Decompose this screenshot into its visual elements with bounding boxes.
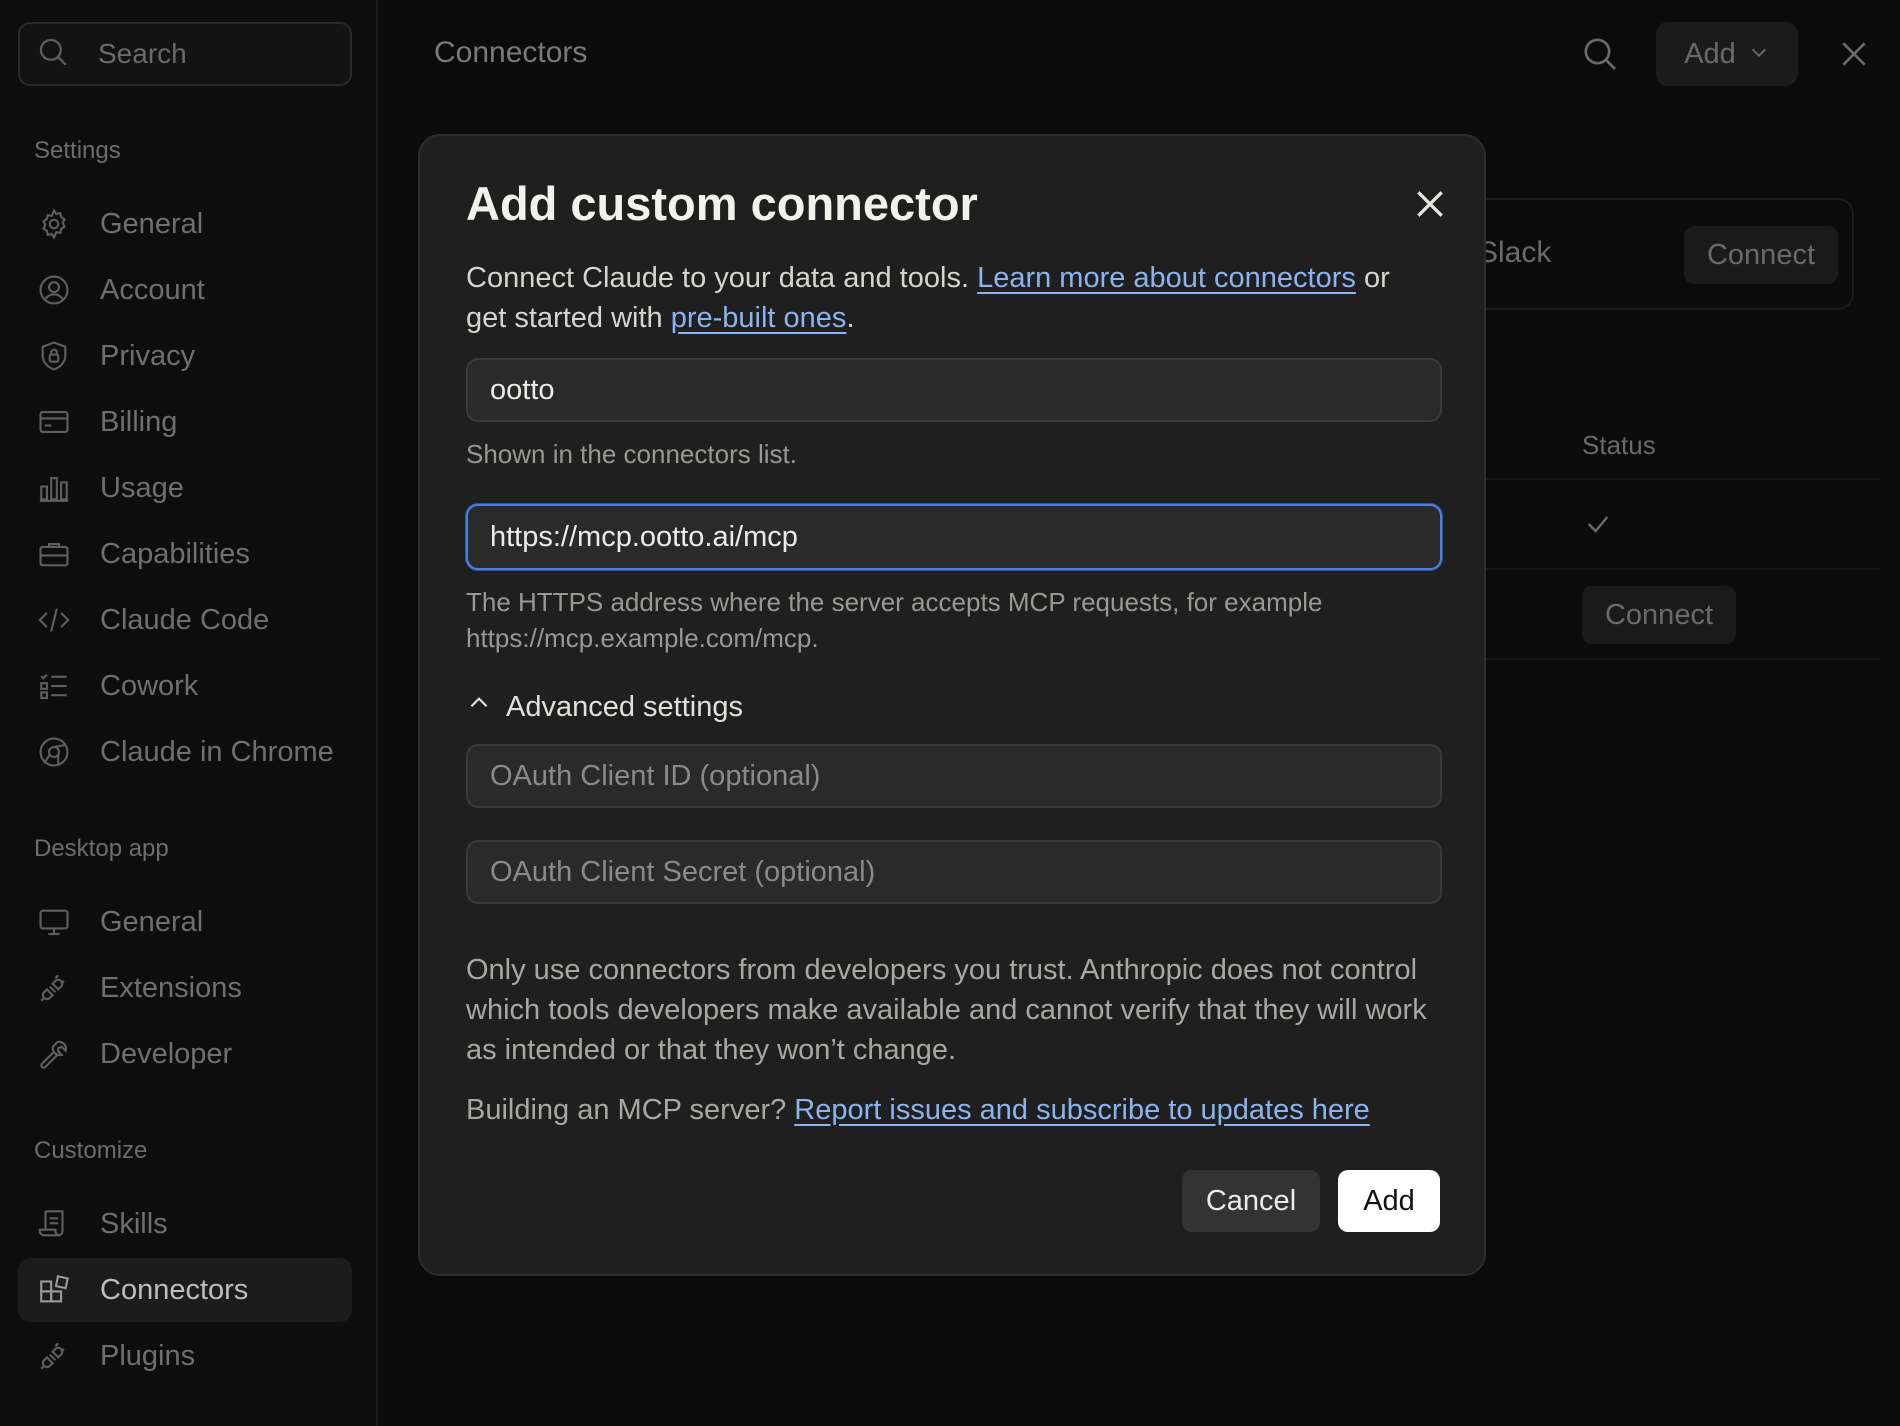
sidebar-item-account[interactable]: Account (18, 258, 352, 322)
add-dropdown-button[interactable]: Add (1656, 22, 1798, 86)
sidebar-item-extensions[interactable]: Extensions (18, 956, 352, 1020)
sidebar-item-label: Billing (100, 405, 178, 438)
add-button-label: Add (1684, 37, 1736, 70)
sidebar-item-desktop-general[interactable]: General (18, 890, 352, 954)
sidebar: Search Settings General Account Privacy … (0, 0, 378, 1426)
sidebar-item-label: Skills (100, 1207, 168, 1240)
sidebar-item-label: Connectors (100, 1273, 249, 1306)
server-url-input[interactable]: https://mcp.ootto.ai/mcp (466, 504, 1442, 570)
status-column-header: Status (1582, 430, 1656, 460)
sidebar-item-usage[interactable]: Usage (18, 456, 352, 520)
close-icon[interactable] (1838, 38, 1870, 70)
section-label-desktop: Desktop app (34, 835, 169, 862)
trust-warning: Only use connectors from developers you … (466, 954, 1427, 1066)
sidebar-item-label: Developer (100, 1037, 233, 1070)
oauth-client-id-input[interactable]: OAuth Client ID (optional) (466, 744, 1442, 808)
blocks-icon (36, 1272, 72, 1308)
connector-name-input[interactable]: ootto (466, 358, 1442, 422)
chevron-up-icon (466, 690, 506, 724)
table-divider (1470, 478, 1880, 480)
oauth-client-secret-input[interactable]: OAuth Client Secret (optional) (466, 840, 1442, 904)
credit-card-icon (36, 404, 72, 440)
plug-icon (36, 1338, 72, 1374)
search-placeholder: Search (98, 38, 187, 69)
code-icon (36, 602, 72, 638)
search-icon (36, 35, 70, 74)
cancel-button[interactable]: Cancel (1182, 1170, 1320, 1232)
advanced-settings-toggle[interactable]: Advanced settings (466, 690, 743, 724)
sidebar-item-label: Plugins (100, 1339, 196, 1372)
sidebar-item-claude-in-chrome[interactable]: Claude in Chrome (18, 720, 352, 784)
sidebar-item-label: Extensions (100, 971, 242, 1004)
sidebar-item-general[interactable]: General (18, 192, 352, 256)
app-window: Search Settings General Account Privacy … (0, 0, 1900, 1426)
search-icon[interactable] (1580, 34, 1620, 74)
sidebar-item-developer[interactable]: Developer (18, 1022, 352, 1086)
pre-built-link[interactable]: pre-built ones (671, 302, 847, 334)
monitor-icon (36, 904, 72, 940)
sidebar-item-skills[interactable]: Skills (18, 1192, 352, 1256)
shield-lock-icon (36, 338, 72, 374)
note-text: Building an MCP server? (466, 1094, 795, 1126)
sidebar-item-claude-code[interactable]: Claude Code (18, 588, 352, 652)
checklist-icon (36, 668, 72, 704)
learn-more-link[interactable]: Learn more about connectors (977, 262, 1356, 294)
sidebar-item-label: Cowork (100, 669, 199, 702)
sidebar-item-label: Usage (100, 471, 184, 504)
chevron-down-icon (1736, 38, 1770, 71)
add-button[interactable]: Add (1338, 1170, 1440, 1232)
sidebar-item-billing[interactable]: Billing (18, 390, 352, 454)
section-label-settings: Settings (34, 137, 121, 164)
globe-icon (36, 734, 72, 770)
sidebar-item-privacy[interactable]: Privacy (18, 324, 352, 388)
slack-label: Slack (1478, 236, 1552, 269)
description-text: . (846, 302, 855, 334)
description-text: Connect Claude to your data and tools. (466, 262, 978, 294)
sidebar-item-connectors[interactable]: Connectors (18, 1258, 352, 1322)
sidebar-item-cowork[interactable]: Cowork (18, 654, 352, 718)
user-circle-icon (36, 272, 72, 308)
sidebar-item-label: General (100, 905, 204, 938)
mcp-server-note: Building an MCP server? Report issues an… (466, 1094, 1370, 1127)
advanced-settings-label: Advanced settings (506, 690, 743, 723)
sidebar-item-label: Privacy (100, 339, 196, 372)
check-icon (1584, 510, 1612, 538)
plug-icon (36, 970, 72, 1006)
sidebar-item-label: Claude Code (100, 603, 270, 636)
section-label-customize: Customize (34, 1137, 148, 1164)
sidebar-search[interactable]: Search (18, 22, 352, 86)
sidebar-item-label: Account (100, 273, 205, 306)
add-custom-connector-dialog: Add custom connector Connect Claude to y… (418, 134, 1486, 1276)
scroll-icon (36, 1206, 72, 1242)
sidebar-item-label: Claude in Chrome (100, 735, 334, 768)
table-divider (1470, 568, 1880, 570)
sidebar-item-label: Capabilities (100, 537, 250, 570)
briefcase-icon (36, 536, 72, 572)
connect-button[interactable]: Connect (1684, 226, 1838, 284)
close-icon[interactable] (1410, 184, 1450, 224)
page-title: Connectors (434, 36, 588, 69)
connect-button[interactable]: Connect (1582, 586, 1736, 644)
url-hint: The HTTPS address where the server accep… (466, 587, 1323, 653)
dialog-description: Connect Claude to your data and tools. L… (466, 258, 1426, 338)
dialog-title: Add custom connector (466, 177, 978, 230)
gear-icon (36, 206, 72, 242)
sidebar-item-label: General (100, 207, 204, 240)
wrench-icon (36, 1036, 72, 1072)
name-hint: Shown in the connectors list. (466, 439, 797, 469)
bar-chart-icon (36, 470, 72, 506)
table-divider (1470, 658, 1880, 660)
report-issues-link[interactable]: Report issues and subscribe to updates h… (794, 1094, 1370, 1126)
sidebar-item-capabilities[interactable]: Capabilities (18, 522, 352, 586)
sidebar-item-plugins[interactable]: Plugins (18, 1324, 352, 1388)
